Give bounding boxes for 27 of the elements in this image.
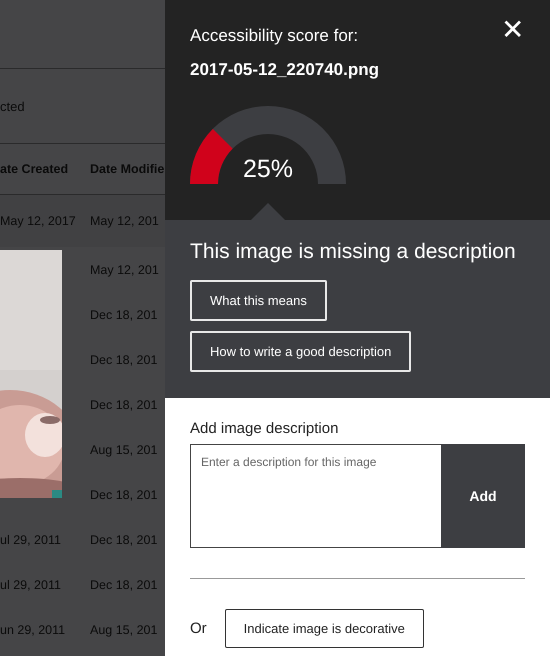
table-cell-text: Aug 15, 201 bbox=[90, 442, 158, 456]
selection-text: cted bbox=[0, 98, 25, 114]
add-button[interactable]: Add bbox=[441, 444, 525, 548]
table-cell: un 29, 2011 bbox=[0, 622, 66, 636]
field-label: Add image description bbox=[190, 420, 340, 437]
help-button[interactable]: How to write a good description bbox=[190, 331, 412, 372]
help-button[interactable]: What this means bbox=[190, 280, 327, 321]
table-cell-text: Aug 15, 201 bbox=[90, 622, 158, 636]
table-cell: ul 29, 2011 bbox=[0, 578, 61, 592]
table-cell-text: Dec 18, 201 bbox=[90, 352, 158, 366]
table-cell-text: Dec 18, 201 bbox=[90, 398, 158, 412]
file-name: 2017-05-12_220740.png bbox=[190, 60, 380, 80]
or-text: Or bbox=[190, 620, 207, 637]
close-button[interactable]: ✕ bbox=[501, 16, 524, 44]
table-cell: May 12, 2017 bbox=[0, 214, 76, 228]
issue-title: This image is missing a description bbox=[190, 240, 516, 264]
table-cell-text: Dec 18, 201 bbox=[90, 488, 158, 502]
table-cell: ul 29, 2011 bbox=[0, 532, 61, 546]
decorative-button[interactable]: Indicate image is decorative bbox=[224, 609, 424, 648]
score-reading: 25% bbox=[242, 155, 294, 184]
table-cell-text: May 12, 201 bbox=[90, 214, 160, 228]
description-field[interactable]: Enter a description for this image bbox=[190, 444, 441, 548]
table-cell-text: Dec 18, 201 bbox=[90, 532, 158, 546]
table-cell-text: Dec 18, 201 bbox=[90, 308, 158, 322]
table-cell-text: Dec 18, 201 bbox=[90, 578, 158, 592]
table-cell-text: May 12, 201 bbox=[90, 262, 160, 276]
panel-heading: Accessibility score for: bbox=[190, 26, 358, 46]
